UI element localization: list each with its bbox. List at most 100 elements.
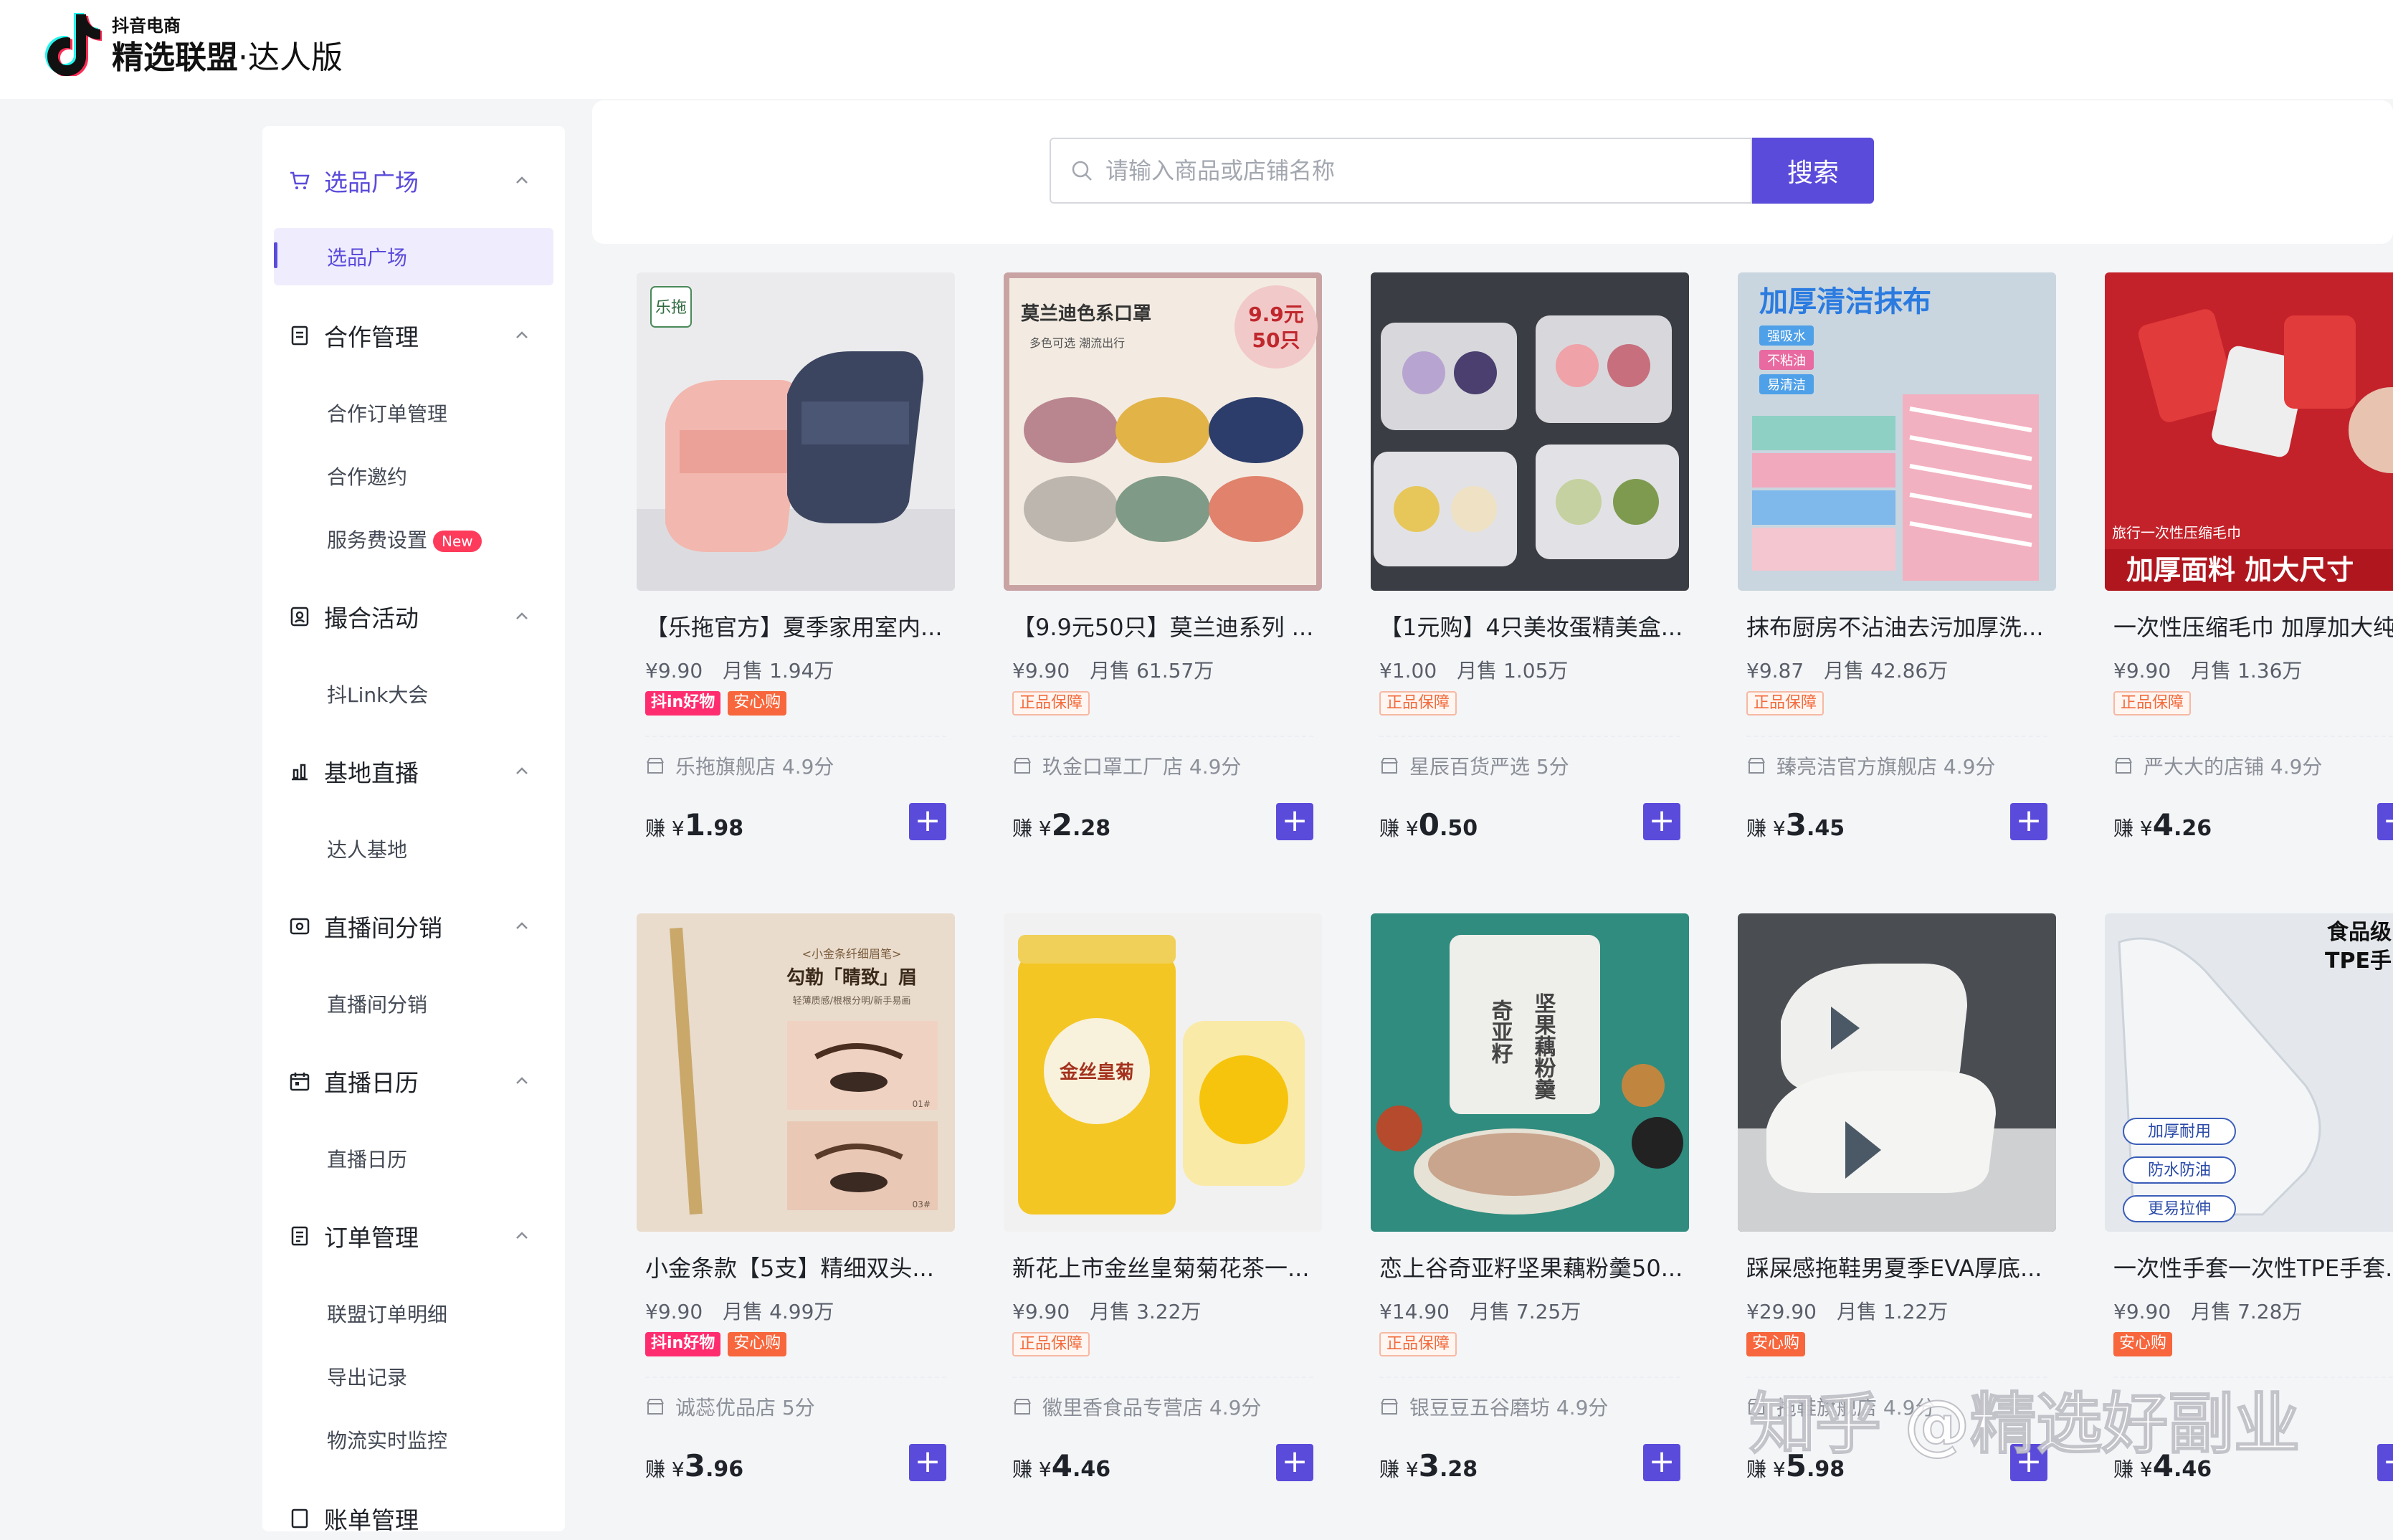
- add-product-button[interactable]: +: [909, 1444, 946, 1481]
- shop-info[interactable]: 臻亮洁官方旗舰店 4.9分: [1746, 751, 1995, 780]
- chevron-up-icon[interactable]: [512, 916, 532, 936]
- product-price: ¥9.90: [2113, 1300, 2171, 1323]
- chevron-up-icon[interactable]: [512, 325, 532, 346]
- add-product-button[interactable]: +: [2377, 803, 2393, 840]
- add-product-button[interactable]: +: [1276, 803, 1313, 840]
- chevron-up-icon[interactable]: [512, 607, 532, 627]
- sidebar-item-coop-orders[interactable]: 合作订单管理: [327, 399, 447, 427]
- product-meta: ¥14.90 月售 7.25万: [1379, 1296, 1581, 1325]
- shop-info[interactable]: 星辰百货严选 5分: [1379, 751, 1569, 780]
- sidebar-item-service-fee[interactable]: 服务费设置 New: [327, 525, 482, 553]
- shop-info[interactable]: 乐拖旗舰店 4.9分: [645, 751, 834, 780]
- chevron-up-icon[interactable]: [512, 1226, 532, 1246]
- shop-info[interactable]: 徽里香食品专营店 4.9分: [1012, 1392, 1261, 1421]
- earn-int: 3: [684, 1448, 705, 1483]
- sidebar-item-logistics[interactable]: 物流实时监控: [327, 1425, 447, 1454]
- product-image[interactable]: 莫兰迪色系口罩 多色可选 潮流出行 9.9元 50只: [1004, 272, 1322, 591]
- product-sales: 月售 1.05万: [1457, 659, 1569, 683]
- product-image[interactable]: 金丝皇菊: [1004, 913, 1322, 1232]
- sidebar-selected-bg: [274, 228, 553, 285]
- product-price: ¥9.90: [645, 659, 703, 683]
- product-meta: ¥9.90 月售 7.28万: [2113, 1296, 2302, 1325]
- product-card[interactable]: <小金条纤细眉笔> 勾勒「睛致」眉 轻薄质感/根根分明/新手易画 01# 03#…: [637, 913, 955, 1513]
- sidebar-item-talent-base[interactable]: 达人基地: [327, 835, 407, 863]
- sidebar-group-cooperation[interactable]: 合作管理: [288, 314, 532, 357]
- tag-douyin-good: 抖in好物: [645, 691, 721, 716]
- product-price: ¥29.90: [1746, 1300, 1817, 1323]
- product-card[interactable]: 【1元购】4只美妆蛋精美盒... ¥1.00 月售 1.05万 正品保障 星辰百货…: [1371, 272, 1689, 875]
- sidebar-group-matching[interactable]: 撮合活动: [288, 595, 532, 638]
- sidebar-group-label: 直播间分销: [324, 914, 442, 942]
- brand-main: 精选联盟: [112, 39, 238, 76]
- shop-info[interactable]: 银豆豆五谷磨坊 4.9分: [1379, 1392, 1608, 1421]
- chevron-up-icon[interactable]: [512, 1071, 532, 1091]
- sidebar-item-live-distribution[interactable]: 直播间分销: [327, 989, 427, 1018]
- product-sales: 月售 3.22万: [1090, 1300, 1202, 1323]
- sidebar-item-selection-plaza[interactable]: 选品广场: [327, 242, 407, 271]
- add-product-button[interactable]: +: [1643, 1444, 1680, 1481]
- brand-logo-text: 乐拖: [655, 299, 687, 317]
- add-product-button[interactable]: +: [1276, 1444, 1313, 1481]
- search-input[interactable]: [1104, 156, 1751, 185]
- chart-icon: [288, 760, 311, 783]
- product-title[interactable]: 踩屎感拖鞋男夏季EVA厚底...: [1746, 1250, 2050, 1283]
- product-title[interactable]: 抹布厨房不沾油去污加厚洗...: [1746, 609, 2050, 642]
- product-card[interactable]: 乐拖 【乐拖官方】夏季家用室内... ¥9.90 月售 1.94万 抖in好物 安…: [637, 272, 955, 875]
- sidebar-group-selection-plaza[interactable]: 选品广场: [288, 159, 532, 202]
- product-image[interactable]: 食品级 TPE手 加厚耐用 防水防油 更易拉伸: [2105, 913, 2393, 1232]
- add-product-button[interactable]: +: [2377, 1444, 2393, 1481]
- product-image[interactable]: [1738, 913, 2056, 1232]
- search-box[interactable]: [1050, 138, 1752, 204]
- product-card[interactable]: 金丝皇菊 新花上市金丝皇菊菊花茶一... ¥9.90 月售 3.22万 正品保障 …: [1004, 913, 1322, 1513]
- add-product-button[interactable]: +: [2010, 803, 2047, 840]
- shop-info[interactable]: 玖金口罩工厂店 4.9分: [1012, 751, 1241, 780]
- sidebar-group-orders[interactable]: 订单管理: [288, 1215, 532, 1258]
- product-title[interactable]: 新花上市金丝皇菊菊花茶一...: [1012, 1250, 1316, 1283]
- sidebar-item-coop-invite[interactable]: 合作邀约: [327, 462, 407, 490]
- image-code: 01#: [913, 1099, 931, 1109]
- commission: 赚 ¥4.26: [2113, 807, 2212, 842]
- image-label: 坚果藕粉羹: [1531, 992, 1556, 1100]
- product-meta: ¥9.90 月售 1.36万: [2113, 655, 2302, 684]
- douyin-logo-icon[interactable]: [44, 10, 102, 76]
- product-title[interactable]: 【9.9元50只】莫兰迪系列 ...: [1012, 609, 1316, 642]
- product-title[interactable]: 一次性压缩毛巾 加厚加大纯: [2113, 609, 2393, 642]
- product-sales: 月售 61.57万: [1090, 659, 1214, 683]
- sidebar-group-bills[interactable]: 账单管理: [288, 1497, 532, 1540]
- product-title[interactable]: 小金条款【5支】精细双头...: [645, 1250, 949, 1283]
- sidebar-group-base-live[interactable]: 基地直播: [288, 750, 532, 793]
- product-image[interactable]: 奇亚籽 坚果藕粉羹: [1371, 913, 1689, 1232]
- product-image[interactable]: <小金条纤细眉笔> 勾勒「睛致」眉 轻薄质感/根根分明/新手易画 01# 03#: [637, 913, 955, 1232]
- product-price: ¥9.90: [1012, 659, 1070, 683]
- product-card[interactable]: 奇亚籽 坚果藕粉羹 恋上谷奇亚籽坚果藕粉羹50... ¥14.90 月售 7.25…: [1371, 913, 1689, 1513]
- sidebar-group-live-distribution[interactable]: 直播间分销: [288, 905, 532, 948]
- product-tags: 正品保障: [1746, 691, 1825, 717]
- brand-suffix: ·达人版: [238, 39, 343, 76]
- product-card[interactable]: 莫兰迪色系口罩 多色可选 潮流出行 9.9元 50只 【9.9元50只】莫兰迪系…: [1004, 272, 1322, 875]
- image-tag: 更易拉伸: [2148, 1200, 2211, 1218]
- product-image[interactable]: 乐拖: [637, 272, 955, 591]
- shop-icon: [1381, 758, 1398, 774]
- product-card[interactable]: 加厚清洁抹布 强吸水 不粘油 易清洁 抹布厨房不沾油去污加厚洗... ¥9.87…: [1738, 272, 2056, 875]
- chevron-up-icon[interactable]: [512, 171, 532, 191]
- sidebar-group-live-calendar[interactable]: 直播日历: [288, 1060, 532, 1103]
- chevron-up-icon[interactable]: [512, 761, 532, 781]
- sidebar-item-doulink[interactable]: 抖Link大会: [327, 680, 428, 708]
- product-title[interactable]: 【1元购】4只美妆蛋精美盒...: [1379, 609, 1683, 642]
- product-image[interactable]: 旅行一次性压缩毛巾 加厚面料 加大尺寸: [2105, 272, 2393, 591]
- product-image[interactable]: 加厚清洁抹布 强吸水 不粘油 易清洁: [1738, 272, 2056, 591]
- sidebar-item-export-records[interactable]: 导出记录: [327, 1362, 407, 1391]
- product-card[interactable]: 旅行一次性压缩毛巾 加厚面料 加大尺寸 一次性压缩毛巾 加厚加大纯 ¥9.90 月…: [2105, 272, 2393, 875]
- product-title[interactable]: 【乐拖官方】夏季家用室内...: [645, 609, 949, 642]
- shop-info[interactable]: 严大大的店铺 4.9分: [2113, 751, 2322, 780]
- sidebar-item-alliance-orders[interactable]: 联盟订单明细: [327, 1299, 447, 1328]
- product-title[interactable]: 恋上谷奇亚籽坚果藕粉羹50...: [1379, 1250, 1683, 1283]
- product-title[interactable]: 一次性手套一次性TPE手套...: [2113, 1250, 2393, 1283]
- search-button[interactable]: 搜索: [1752, 138, 1874, 204]
- product-image[interactable]: [1371, 272, 1689, 591]
- add-product-button[interactable]: +: [909, 803, 946, 840]
- new-badge: New: [433, 531, 482, 552]
- sidebar-item-live-calendar[interactable]: 直播日历: [327, 1144, 407, 1173]
- add-product-button[interactable]: +: [1643, 803, 1680, 840]
- shop-info[interactable]: 诚蕊优品店 5分: [645, 1392, 815, 1421]
